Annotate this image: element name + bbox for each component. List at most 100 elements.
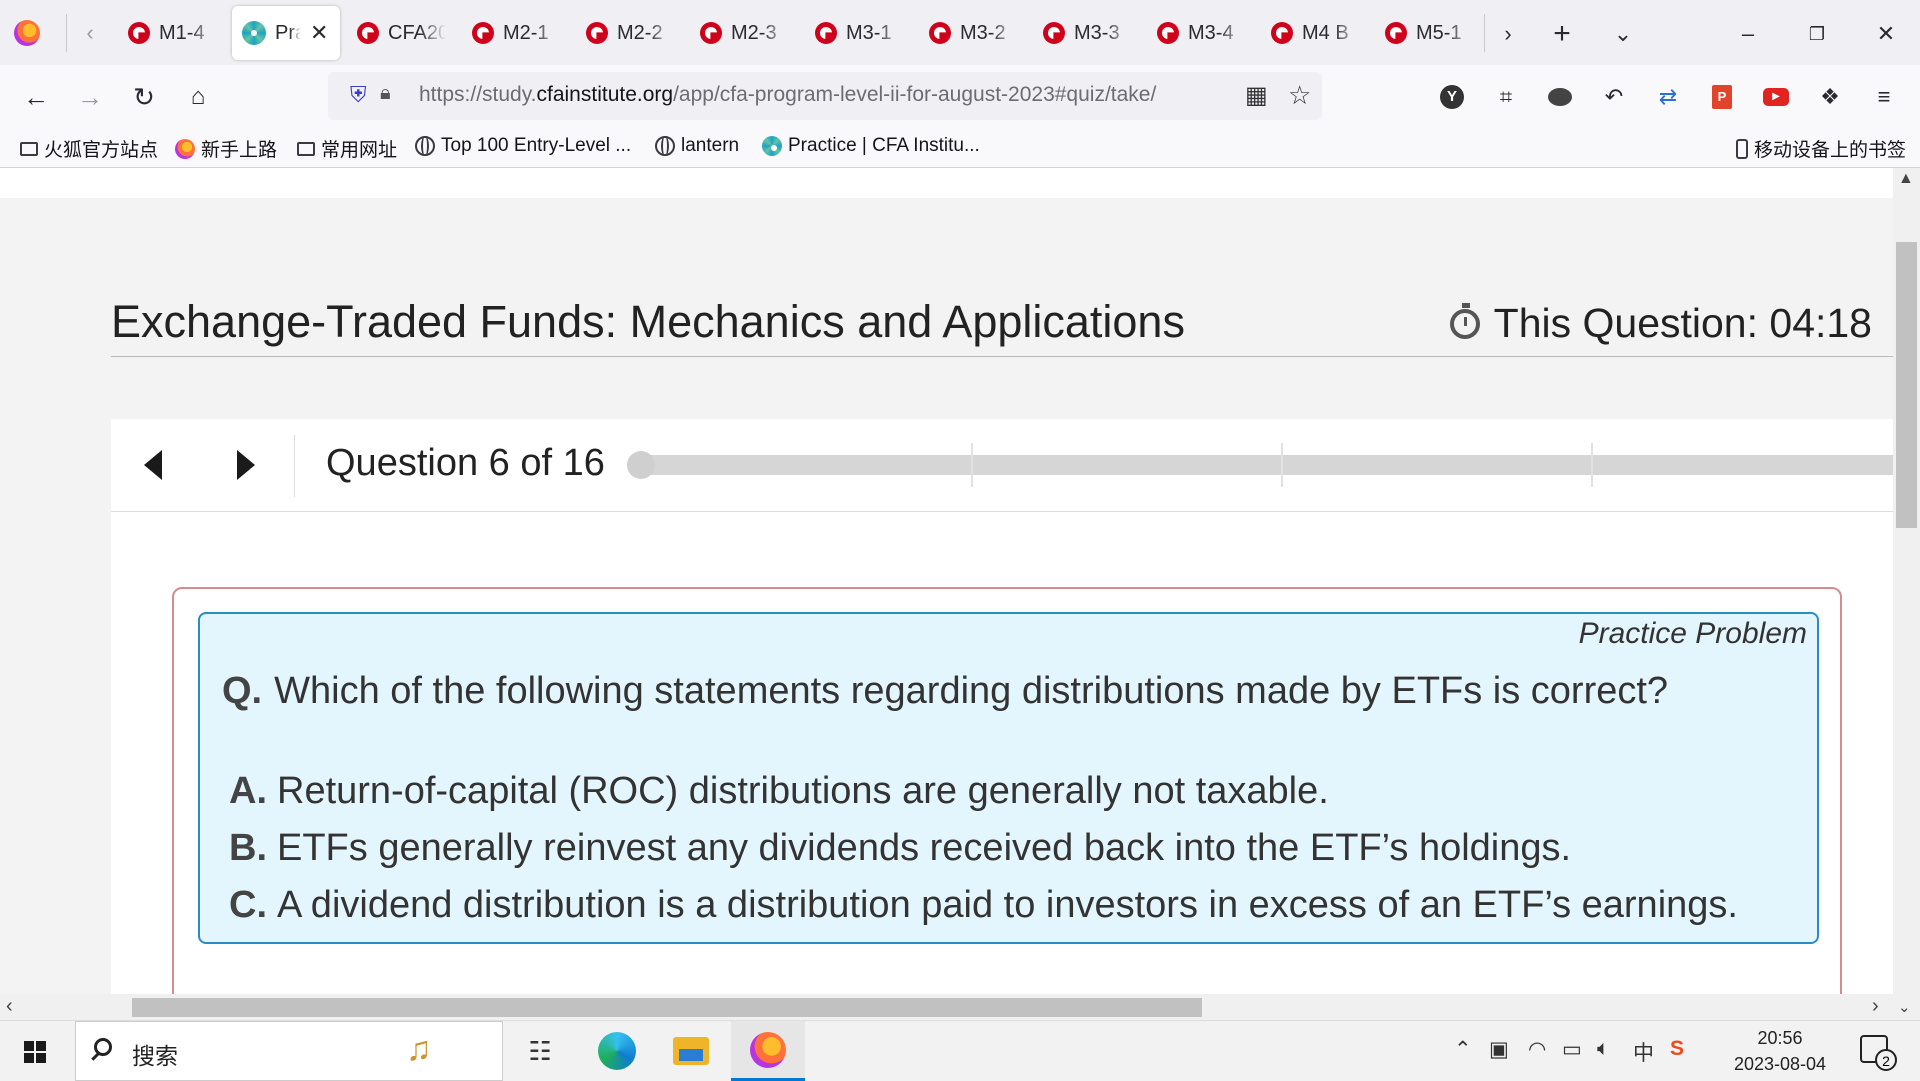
quiz-title: Exchange-Traded Funds: Mechanics and App… <box>111 296 1185 347</box>
tray-app-icon[interactable]: ▣ <box>1489 1037 1509 1062</box>
url-bar[interactable]: ⛨ 🔒︎ https://study.cfainstitute.org/app/… <box>328 72 1322 120</box>
timer-label: This Question: 04:18 <box>1493 300 1872 346</box>
scroll-up-arrow-icon[interactable]: ▲ <box>1898 170 1914 188</box>
wifi-icon[interactable]: ◠ <box>1528 1037 1546 1062</box>
bookmark-getting-started[interactable]: 新手上路 <box>175 135 277 162</box>
tab-m5-1[interactable]: M5-1 <box>1385 6 1485 60</box>
app-menu-button[interactable]: ≡ <box>1868 81 1900 113</box>
tray-overflow-chevron-icon[interactable]: ⌃ <box>1454 1037 1472 1062</box>
progress-knob[interactable] <box>627 451 655 479</box>
answer-choice-c[interactable]: C. A dividend distribution is a distribut… <box>229 884 1738 927</box>
answer-choice-a[interactable]: A. Return-of-capital (ROC) distributions … <box>229 770 1329 813</box>
ime-indicator[interactable]: 中 <box>1633 1037 1654 1067</box>
title-divider <box>111 356 1893 357</box>
tab-m2-2[interactable]: M2-2 <box>586 6 686 60</box>
clock-time: 20:56 <box>1757 1028 1803 1048</box>
close-tab-icon[interactable]: ✕ <box>310 20 328 46</box>
notification-center-button[interactable]: 2 <box>1860 1035 1897 1071</box>
list-all-tabs-button[interactable]: ⌄ <box>1603 14 1643 54</box>
clock-date: 2023-08-04 <box>1733 1054 1827 1074</box>
choice-letter: B. <box>229 827 267 869</box>
minimize-button[interactable]: – <box>1728 14 1768 54</box>
question-counter: Question 6 of 16 <box>326 442 605 484</box>
system-clock[interactable]: 20:56 2023-08-04 <box>1710 1025 1850 1077</box>
volume-icon[interactable]: 🔈︎ <box>1597 1037 1610 1061</box>
windows-start-icon[interactable] <box>24 1041 46 1063</box>
chevron-right-icon: › <box>1504 21 1512 46</box>
vertical-scroll-thumb[interactable] <box>1896 242 1917 528</box>
video-extension-button[interactable]: ▶ <box>1760 81 1792 113</box>
file-explorer-taskbar-button[interactable] <box>656 1021 726 1081</box>
bookmark-lantern[interactable]: lantern <box>655 135 739 157</box>
question-progress-bar[interactable] <box>627 443 1893 487</box>
battery-icon[interactable]: ▭ <box>1562 1037 1582 1062</box>
firefox-view-button[interactable] <box>14 20 40 46</box>
extension-y-button[interactable]: Y <box>1436 81 1468 113</box>
tab-m3-3[interactable]: M3-3 <box>1043 6 1143 60</box>
bookmark-top-100[interactable]: Top 100 Entry-Level ... <box>415 135 631 157</box>
cfa-red-tab-icon <box>586 22 608 44</box>
firefox-taskbar-button[interactable] <box>731 1021 805 1081</box>
tab-m4-b[interactable]: M4 B <box>1271 6 1371 60</box>
bookmark-label: Top 100 Entry-Level ... <box>441 135 632 156</box>
tab-m3-1[interactable]: M3-1 <box>815 6 915 60</box>
sogou-ime-icon[interactable]: S <box>1670 1037 1684 1061</box>
pdf-extension-button[interactable]: P <box>1706 81 1738 113</box>
horizontal-scroll-thumb[interactable] <box>132 998 1202 1017</box>
forward-button[interactable]: → <box>70 77 110 117</box>
windows-taskbar: 搜索 ♫ ☷ ⌃ ▣ ◠ ▭ 🔈︎ 中 S 20:56 2023-08-04 2 <box>0 1020 1920 1081</box>
undo-close-button[interactable]: ↶ <box>1598 81 1630 113</box>
horizontal-scrollbar[interactable]: ‹ › ⌄ <box>0 994 1920 1020</box>
chat-bubble-button[interactable] <box>1544 81 1576 113</box>
sync-button[interactable]: ⇄ <box>1652 81 1684 113</box>
pdf-icon: P <box>1712 85 1732 109</box>
bookmark-star-icon[interactable]: ☆ <box>1288 80 1311 111</box>
taskbar-search-box[interactable]: 搜索 ♫ <box>75 1021 503 1081</box>
triangle-right-icon <box>237 450 255 480</box>
back-button[interactable]: ← <box>16 77 56 117</box>
tab-m2-3[interactable]: M2-3 <box>700 6 800 60</box>
bookmark-common-sites[interactable]: 常用网址 <box>297 135 397 162</box>
next-question-button[interactable] <box>231 449 261 481</box>
sync-icon: ⇄ <box>1658 84 1678 109</box>
edge-taskbar-button[interactable] <box>582 1021 652 1081</box>
crop-screenshot-button[interactable]: ⌗ <box>1490 81 1522 113</box>
previous-question-button[interactable] <box>138 449 168 481</box>
tab-m3-2[interactable]: M3-2 <box>929 6 1029 60</box>
reload-button[interactable]: ↻ <box>124 77 164 117</box>
tab-m3-4[interactable]: M3-4 <box>1157 6 1257 60</box>
choice-text: ETFs generally reinvest any dividends re… <box>277 827 1572 869</box>
mobile-bookmarks[interactable]: 移动设备上的书签 <box>1736 135 1906 162</box>
tab-practice-active[interactable]: Practice | CFA Institute ✕ <box>232 6 340 60</box>
cfa-institute-icon <box>242 21 266 45</box>
stopwatch-icon <box>1449 302 1480 339</box>
url-text[interactable]: https://study.cfainstitute.org/app/cfa-p… <box>419 83 1194 107</box>
tracking-protection-shield-icon[interactable]: ⛨ <box>350 82 367 108</box>
vertical-scrollbar[interactable]: ▲ <box>1893 168 1920 994</box>
extensions-button[interactable]: ❖ <box>1814 81 1846 113</box>
close-window-button[interactable]: ✕ <box>1866 14 1906 54</box>
home-button[interactable]: ⌂ <box>178 77 218 117</box>
crop-icon: ⌗ <box>1499 84 1513 109</box>
scroll-right-arrow-icon[interactable]: › <box>1872 995 1879 1018</box>
qr-code-icon[interactable]: ▦ <box>1245 81 1268 110</box>
tabs-scroll-left-button[interactable]: ‹ <box>78 18 102 48</box>
bookmark-label: 常用网址 <box>321 140 398 161</box>
answer-choice-b[interactable]: B. ETFs generally reinvest any dividends … <box>229 827 1571 870</box>
task-view-button[interactable]: ☷ <box>505 1021 575 1081</box>
bookmark-firefox-official[interactable]: 火狐官方站点 <box>20 135 158 162</box>
tab-cfa2023[interactable]: CFA2023 <box>357 6 457 60</box>
lock-icon[interactable]: 🔒︎ <box>380 82 391 105</box>
scroll-down-arrow-icon[interactable]: ⌄ <box>1898 998 1911 1016</box>
tab-m2-1[interactable]: M2-1 <box>472 6 572 60</box>
scroll-left-arrow-icon[interactable]: ‹ <box>6 995 13 1018</box>
puzzle-icon: ❖ <box>1820 84 1840 109</box>
tab-label: M2-1 <box>503 21 549 44</box>
tabs-scroll-right-button[interactable]: › <box>1488 14 1528 54</box>
tab-m1-4[interactable]: M1-4 <box>128 6 228 60</box>
bookmark-practice-cfa[interactable]: Practice | CFA Institu... <box>762 135 980 157</box>
firefox-icon <box>14 20 40 46</box>
tab-label: M2-2 <box>617 21 663 44</box>
new-tab-button[interactable]: + <box>1542 14 1582 54</box>
restore-button[interactable]: ❐ <box>1797 14 1837 54</box>
